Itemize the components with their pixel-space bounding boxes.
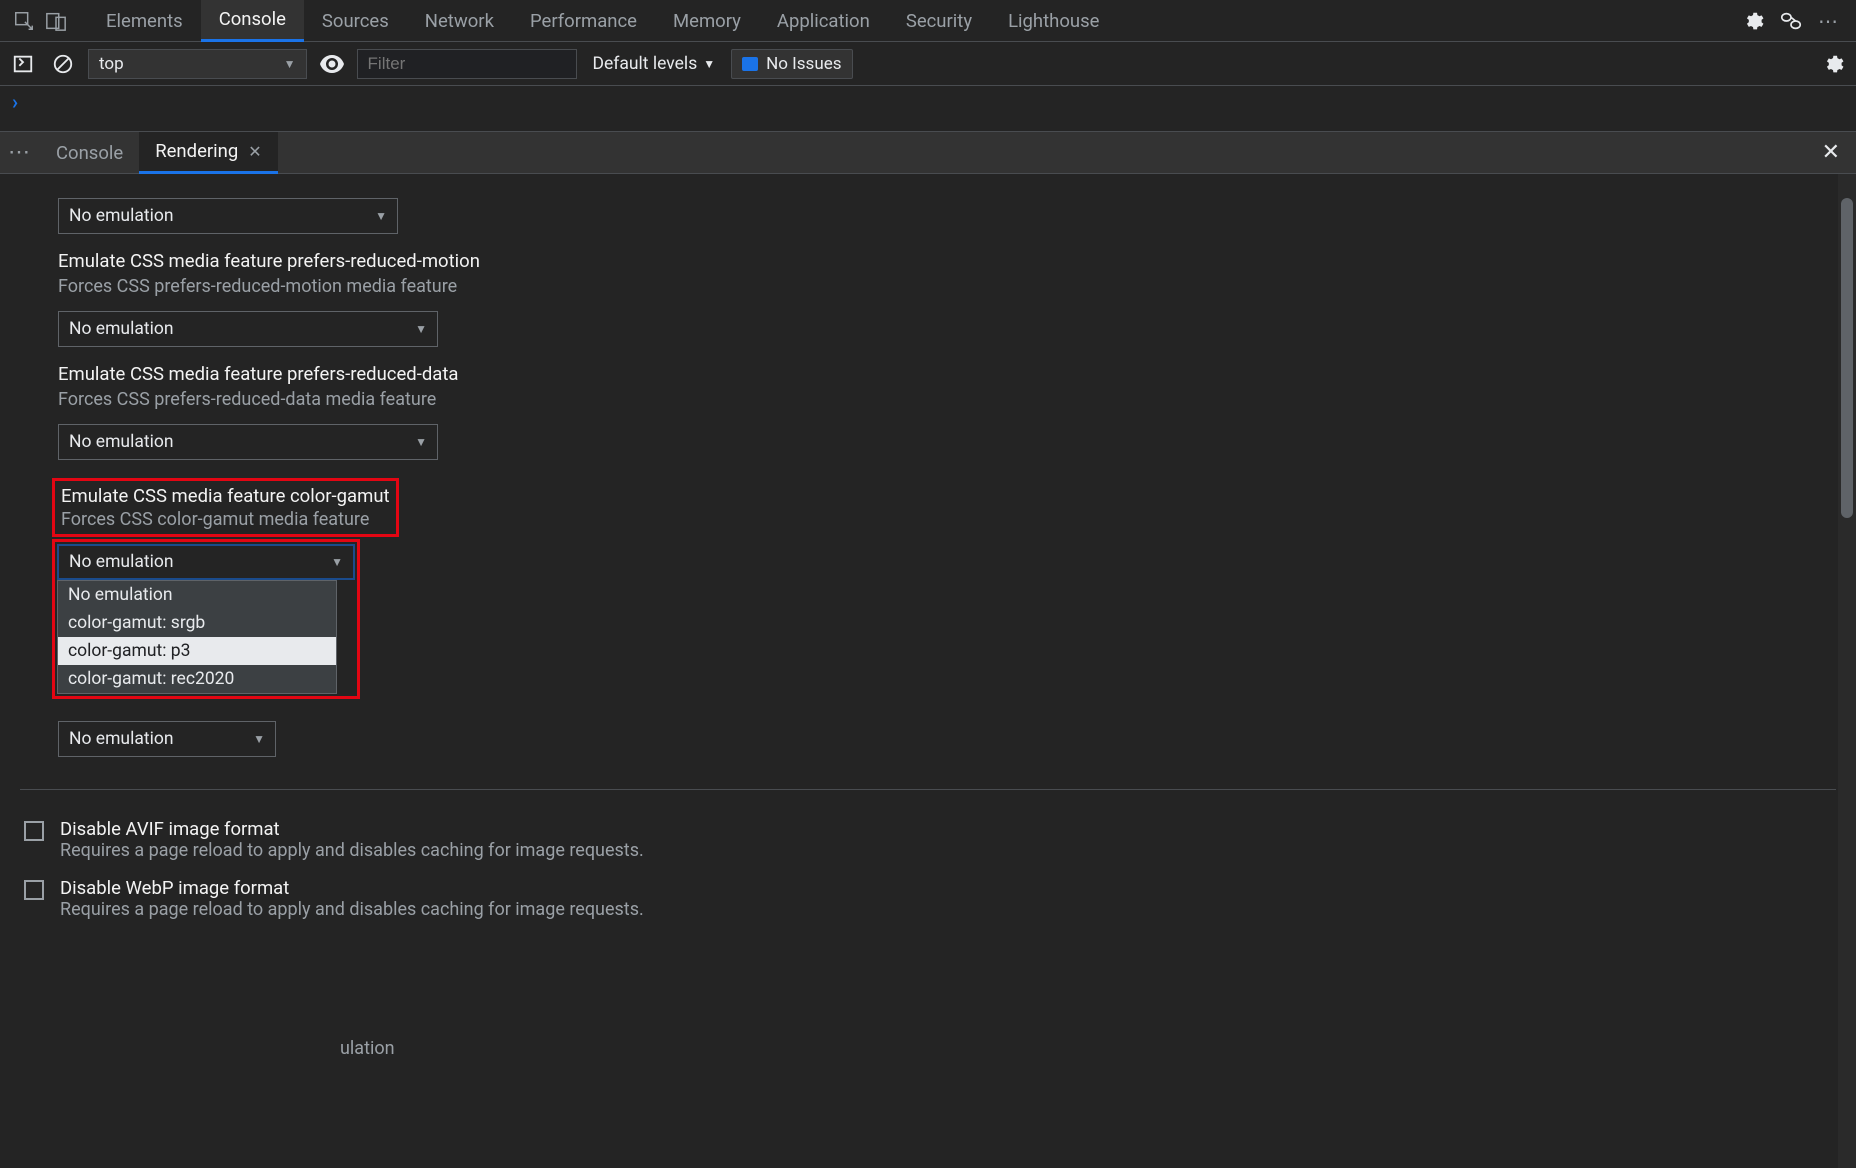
- chevron-down-icon: ▼: [415, 435, 427, 449]
- tab-elements[interactable]: Elements: [88, 0, 201, 42]
- tab-sources[interactable]: Sources: [304, 0, 407, 42]
- chevron-down-icon: ▼: [331, 555, 343, 569]
- console-input-area[interactable]: ›: [0, 86, 1856, 132]
- checkbox-desc: Requires a page reload to apply and disa…: [60, 899, 644, 920]
- chevron-down-icon: ▼: [415, 322, 427, 336]
- inspect-element-icon[interactable]: [8, 5, 40, 37]
- more-options-icon[interactable]: ⋯: [1816, 8, 1842, 34]
- section-desc: Forces CSS color-gamut media feature: [61, 509, 390, 530]
- console-settings-gear-icon[interactable]: [1818, 49, 1848, 79]
- chevron-down-icon: ▼: [284, 57, 296, 71]
- console-toolbar: top ▼ Default levels ▼ No Issues: [0, 42, 1856, 86]
- close-drawer-icon[interactable]: ✕: [1814, 140, 1848, 165]
- close-tab-icon[interactable]: ✕: [248, 142, 261, 161]
- devtools-top-tabbar: Elements Console Sources Network Perform…: [0, 0, 1856, 42]
- highlight-annotation: Emulate CSS media feature color-gamut Fo…: [52, 478, 399, 537]
- issues-icon: [742, 57, 758, 71]
- context-value: top: [99, 54, 124, 74]
- chevron-down-icon: ▼: [375, 209, 387, 223]
- drawer-tab-rendering[interactable]: Rendering ✕: [139, 132, 277, 174]
- dropdown-option[interactable]: color-gamut: p3: [58, 637, 336, 665]
- drawer-tabbar: ⋯ Console Rendering ✕ ✕: [0, 132, 1856, 174]
- tab-security[interactable]: Security: [888, 0, 990, 42]
- checkbox-title: Disable WebP image format: [60, 877, 644, 899]
- scrollbar[interactable]: [1838, 174, 1856, 1168]
- tab-application[interactable]: Application: [759, 0, 888, 42]
- disable-avif-row: Disable AVIF image format Requires a pag…: [0, 810, 1856, 869]
- dropdown-option[interactable]: color-gamut: srgb: [58, 609, 336, 637]
- settings-gear-icon[interactable]: [1740, 8, 1766, 34]
- section-title-prefers-reduced-data: Emulate CSS media feature prefers-reduce…: [58, 363, 1798, 385]
- disable-webp-row: Disable WebP image format Requires a pag…: [0, 869, 1856, 928]
- clear-console-icon[interactable]: [48, 49, 78, 79]
- live-expression-eye-icon[interactable]: [317, 49, 347, 79]
- tab-network[interactable]: Network: [407, 0, 512, 42]
- tab-memory[interactable]: Memory: [655, 0, 759, 42]
- execution-context-select[interactable]: top ▼: [88, 49, 307, 79]
- disable-avif-checkbox[interactable]: [24, 821, 44, 841]
- issues-button[interactable]: No Issues: [731, 49, 852, 79]
- section-desc: Forces CSS prefers-reduced-data media fe…: [58, 389, 1798, 410]
- rendering-panel: No emulation ▼ Emulate CSS media feature…: [0, 174, 1856, 1168]
- console-prompt-chevron-icon: ›: [12, 90, 18, 114]
- section-title-color-gamut: Emulate CSS media feature color-gamut: [61, 485, 390, 507]
- tab-performance[interactable]: Performance: [512, 0, 655, 42]
- prefers-reduced-motion-select[interactable]: No emulation ▼: [58, 311, 438, 347]
- obscured-text: ulation: [340, 1038, 395, 1059]
- dropdown-option[interactable]: No emulation: [58, 581, 336, 609]
- checkbox-title: Disable AVIF image format: [60, 818, 644, 840]
- tab-console[interactable]: Console: [201, 0, 304, 42]
- scrollbar-thumb[interactable]: [1841, 198, 1853, 518]
- tab-lighthouse[interactable]: Lighthouse: [990, 0, 1117, 42]
- color-gamut-select[interactable]: No emulation ▼: [57, 544, 355, 580]
- highlight-annotation: No emulation ▼ No emulation color-gamut:…: [52, 539, 360, 699]
- toggle-console-sidebar-icon[interactable]: [8, 49, 38, 79]
- section-title-prefers-reduced-motion: Emulate CSS media feature prefers-reduce…: [58, 250, 1798, 272]
- emulate-select-small[interactable]: No emulation ▼: [58, 721, 276, 757]
- chevron-down-icon: ▼: [703, 57, 715, 71]
- drawer-tab-console[interactable]: Console: [40, 132, 139, 174]
- color-gamut-dropdown: No emulation color-gamut: srgb color-gam…: [57, 580, 337, 694]
- prefers-reduced-data-select[interactable]: No emulation ▼: [58, 424, 438, 460]
- section-desc: Forces CSS prefers-reduced-motion media …: [58, 276, 1798, 297]
- chevron-down-icon: ▼: [253, 732, 265, 746]
- emulate-select-generic[interactable]: No emulation ▼: [58, 198, 398, 234]
- section-divider: [20, 789, 1836, 790]
- checkbox-desc: Requires a page reload to apply and disa…: [60, 840, 644, 861]
- disable-webp-checkbox[interactable]: [24, 880, 44, 900]
- filter-input[interactable]: [357, 49, 577, 79]
- customize-devtools-icon[interactable]: [1778, 8, 1804, 34]
- device-toolbar-icon[interactable]: [40, 5, 72, 37]
- log-levels-select[interactable]: Default levels ▼: [587, 54, 722, 74]
- dropdown-option[interactable]: color-gamut: rec2020: [58, 665, 336, 693]
- drawer-more-tabs-icon[interactable]: ⋯: [8, 140, 40, 165]
